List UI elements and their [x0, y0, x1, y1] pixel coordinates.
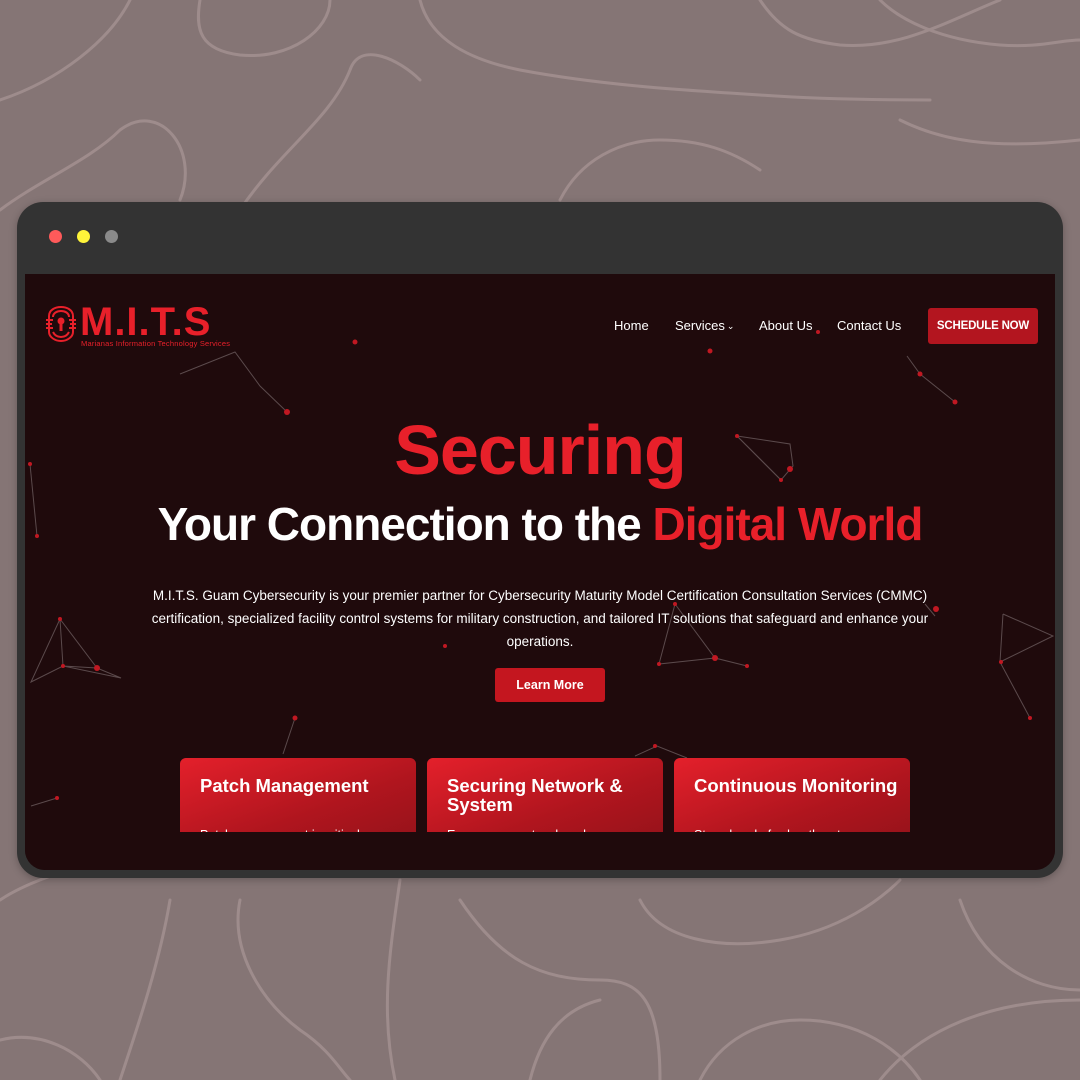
nav-services-label: Services: [675, 318, 725, 333]
website-page: M.I.T.S Marianas Information Technology …: [25, 274, 1055, 870]
close-dot-icon[interactable]: [49, 230, 62, 243]
hero-title-red-part: Digital World: [652, 498, 924, 550]
window-titlebar: [17, 202, 1063, 274]
browser-window: M.I.T.S Marianas Information Technology …: [17, 202, 1063, 878]
mits-logo[interactable]: M.I.T.S Marianas Information Technology …: [45, 300, 245, 350]
chevron-down-icon: ⌄: [726, 321, 735, 331]
hero-title-line2: Your Connection to the Digital World: [25, 496, 1055, 552]
card-title: Continuous Monitoring: [694, 775, 898, 796]
nav-about-us[interactable]: About Us: [759, 318, 812, 333]
hero-title-securing: Securing: [394, 411, 687, 489]
nav-services[interactable]: Services ⌄: [675, 318, 734, 333]
card-title: Patch Management: [200, 775, 369, 796]
logo-subtitle: Marianas Information Technology Services: [81, 339, 231, 348]
schedule-now-button[interactable]: SCHEDULE NOW: [928, 308, 1038, 344]
hero-title-white-part: Your Connection to the: [157, 498, 653, 550]
hero-description: M.I.T.S. Guam Cybersecurity is your prem…: [151, 588, 929, 649]
minimize-dot-icon[interactable]: [77, 230, 90, 243]
zoom-dot-icon[interactable]: [105, 230, 118, 243]
nav-home[interactable]: Home: [614, 318, 649, 333]
learn-more-button[interactable]: Learn More: [495, 668, 605, 702]
fingerprint-lock-icon: [46, 306, 76, 342]
logo-wordmark: M.I.T.S: [80, 300, 212, 344]
page-fold-cover: [25, 832, 1055, 870]
card-title: Securing Network & System: [447, 775, 623, 815]
nav-contact-us[interactable]: Contact Us: [837, 318, 901, 333]
